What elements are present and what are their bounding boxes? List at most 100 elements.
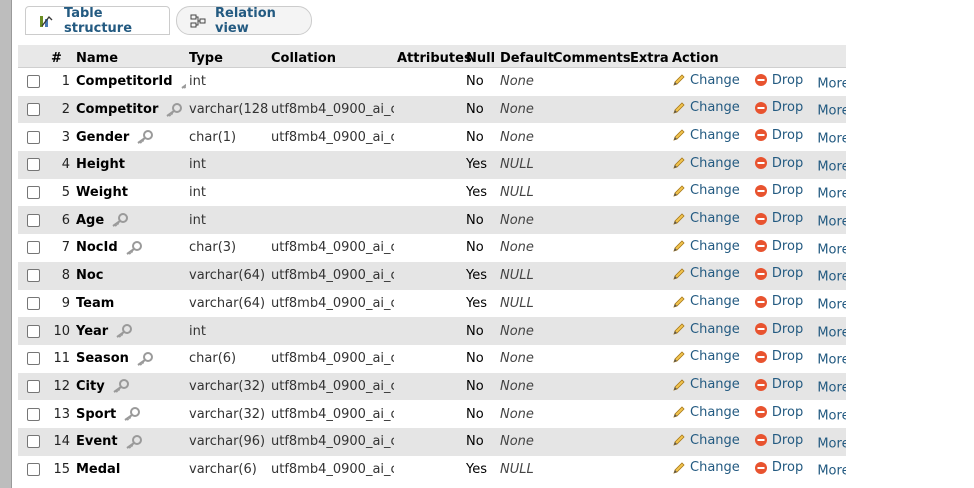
- more-link[interactable]: More: [817, 381, 846, 396]
- change-link[interactable]: Change: [672, 460, 740, 475]
- drop-icon: [754, 295, 768, 309]
- column-type: int: [186, 151, 268, 179]
- row-checkbox[interactable]: [26, 379, 40, 393]
- drop-label: Drop: [771, 127, 804, 143]
- column-null: No: [463, 317, 497, 345]
- change-link[interactable]: Change: [672, 377, 740, 392]
- row-checkbox[interactable]: [26, 435, 40, 449]
- row-number: 14: [48, 427, 73, 456]
- column-comments: [550, 344, 627, 373]
- change-link[interactable]: Change: [672, 211, 740, 226]
- more-link[interactable]: More: [817, 298, 846, 313]
- drop-link[interactable]: Drop: [754, 433, 803, 448]
- row-checkbox[interactable]: [26, 186, 40, 200]
- row-actions: Change Drop More: [669, 344, 846, 373]
- row-checkbox[interactable]: [26, 324, 40, 338]
- change-link[interactable]: Change: [672, 322, 740, 337]
- row-checkbox[interactable]: [26, 296, 40, 310]
- column-extra: [627, 400, 669, 428]
- row-checkbox[interactable]: [26, 75, 40, 89]
- header-name[interactable]: Name: [73, 45, 186, 68]
- column-name-cell: Competitor: [73, 95, 186, 124]
- more-link[interactable]: More: [817, 353, 846, 368]
- tab-relation-view[interactable]: Relation view: [176, 6, 312, 36]
- drop-link[interactable]: Drop: [754, 156, 803, 171]
- drop-link[interactable]: Drop: [754, 405, 803, 420]
- drop-link[interactable]: Drop: [754, 266, 803, 281]
- more-link[interactable]: More: [817, 408, 846, 423]
- header-attributes[interactable]: Attributes: [394, 45, 472, 68]
- change-link[interactable]: Change: [672, 405, 740, 420]
- more-link[interactable]: More: [817, 325, 846, 340]
- row-checkbox[interactable]: [26, 103, 40, 117]
- drop-link[interactable]: Drop: [754, 349, 803, 364]
- change-link[interactable]: Change: [672, 156, 740, 171]
- more-link[interactable]: More: [817, 464, 846, 479]
- drop-link[interactable]: Drop: [754, 322, 803, 337]
- column-default: NULL: [497, 261, 550, 290]
- change-link[interactable]: Change: [672, 266, 740, 281]
- row-checkbox[interactable]: [26, 407, 40, 421]
- more-link[interactable]: More: [817, 76, 846, 91]
- more-link[interactable]: More: [817, 104, 846, 119]
- change-link[interactable]: Change: [672, 349, 740, 364]
- table-row: 14 Event varchar(96) utf8mb4_0900_ai_ci …: [18, 427, 846, 456]
- drop-link[interactable]: Drop: [754, 294, 803, 309]
- column-comments: [550, 234, 627, 262]
- more-link[interactable]: More: [817, 436, 846, 451]
- row-checkbox[interactable]: [26, 241, 40, 255]
- change-link[interactable]: Change: [672, 433, 740, 448]
- column-extra: [627, 261, 669, 290]
- more-link[interactable]: More: [817, 131, 846, 146]
- header-null[interactable]: Null: [463, 45, 497, 68]
- row-checkbox[interactable]: [26, 158, 40, 172]
- row-checkbox[interactable]: [26, 130, 40, 144]
- drop-link[interactable]: Drop: [754, 239, 803, 254]
- column-collation: utf8mb4_0900_ai_ci: [268, 344, 394, 373]
- more-link[interactable]: More: [817, 242, 846, 257]
- change-label: Change: [690, 321, 740, 337]
- header-num[interactable]: #: [48, 45, 73, 68]
- header-type[interactable]: Type: [186, 45, 268, 68]
- drop-label: Drop: [771, 349, 804, 365]
- column-comments: [550, 261, 627, 290]
- more-link[interactable]: More: [817, 270, 846, 285]
- column-extra: [627, 289, 669, 318]
- column-default: None: [497, 317, 550, 345]
- change-link[interactable]: Change: [672, 183, 740, 198]
- header-select: [18, 45, 48, 68]
- drop-link[interactable]: Drop: [754, 128, 803, 143]
- header-extra[interactable]: Extra: [627, 45, 669, 68]
- column-type: char(3): [186, 234, 268, 262]
- column-attributes: [394, 123, 463, 152]
- column-default: None: [497, 67, 550, 96]
- change-link[interactable]: Change: [672, 239, 740, 254]
- more-link[interactable]: More: [817, 187, 846, 202]
- change-link[interactable]: Change: [672, 294, 740, 309]
- more-link[interactable]: More: [817, 159, 846, 174]
- column-name-cell: Team: [73, 289, 186, 318]
- drop-link[interactable]: Drop: [754, 211, 803, 226]
- tab-table-structure[interactable]: Table structure: [25, 6, 170, 36]
- table-row: 5 Weight int Yes NULL Change Drop More: [18, 178, 846, 207]
- row-checkbox[interactable]: [26, 352, 40, 366]
- drop-icon: [754, 322, 768, 336]
- drop-link[interactable]: Drop: [754, 100, 803, 115]
- pencil-icon: [672, 73, 686, 87]
- drop-link[interactable]: Drop: [754, 183, 803, 198]
- drop-link[interactable]: Drop: [754, 73, 803, 88]
- header-comments[interactable]: Comments: [550, 45, 631, 68]
- row-checkbox[interactable]: [26, 269, 40, 283]
- drop-link[interactable]: Drop: [754, 460, 803, 475]
- drop-link[interactable]: Drop: [754, 377, 803, 392]
- row-number: 9: [48, 289, 73, 318]
- change-link[interactable]: Change: [672, 100, 740, 115]
- row-checkbox[interactable]: [26, 213, 40, 227]
- header-default[interactable]: Default: [497, 45, 554, 68]
- header-collation[interactable]: Collation: [268, 45, 394, 68]
- row-checkbox[interactable]: [26, 462, 40, 476]
- more-link[interactable]: More: [817, 215, 846, 230]
- change-link[interactable]: Change: [672, 73, 740, 88]
- change-link[interactable]: Change: [672, 128, 740, 143]
- table-row: 3 Gender char(1) utf8mb4_0900_ai_ci No N…: [18, 123, 846, 152]
